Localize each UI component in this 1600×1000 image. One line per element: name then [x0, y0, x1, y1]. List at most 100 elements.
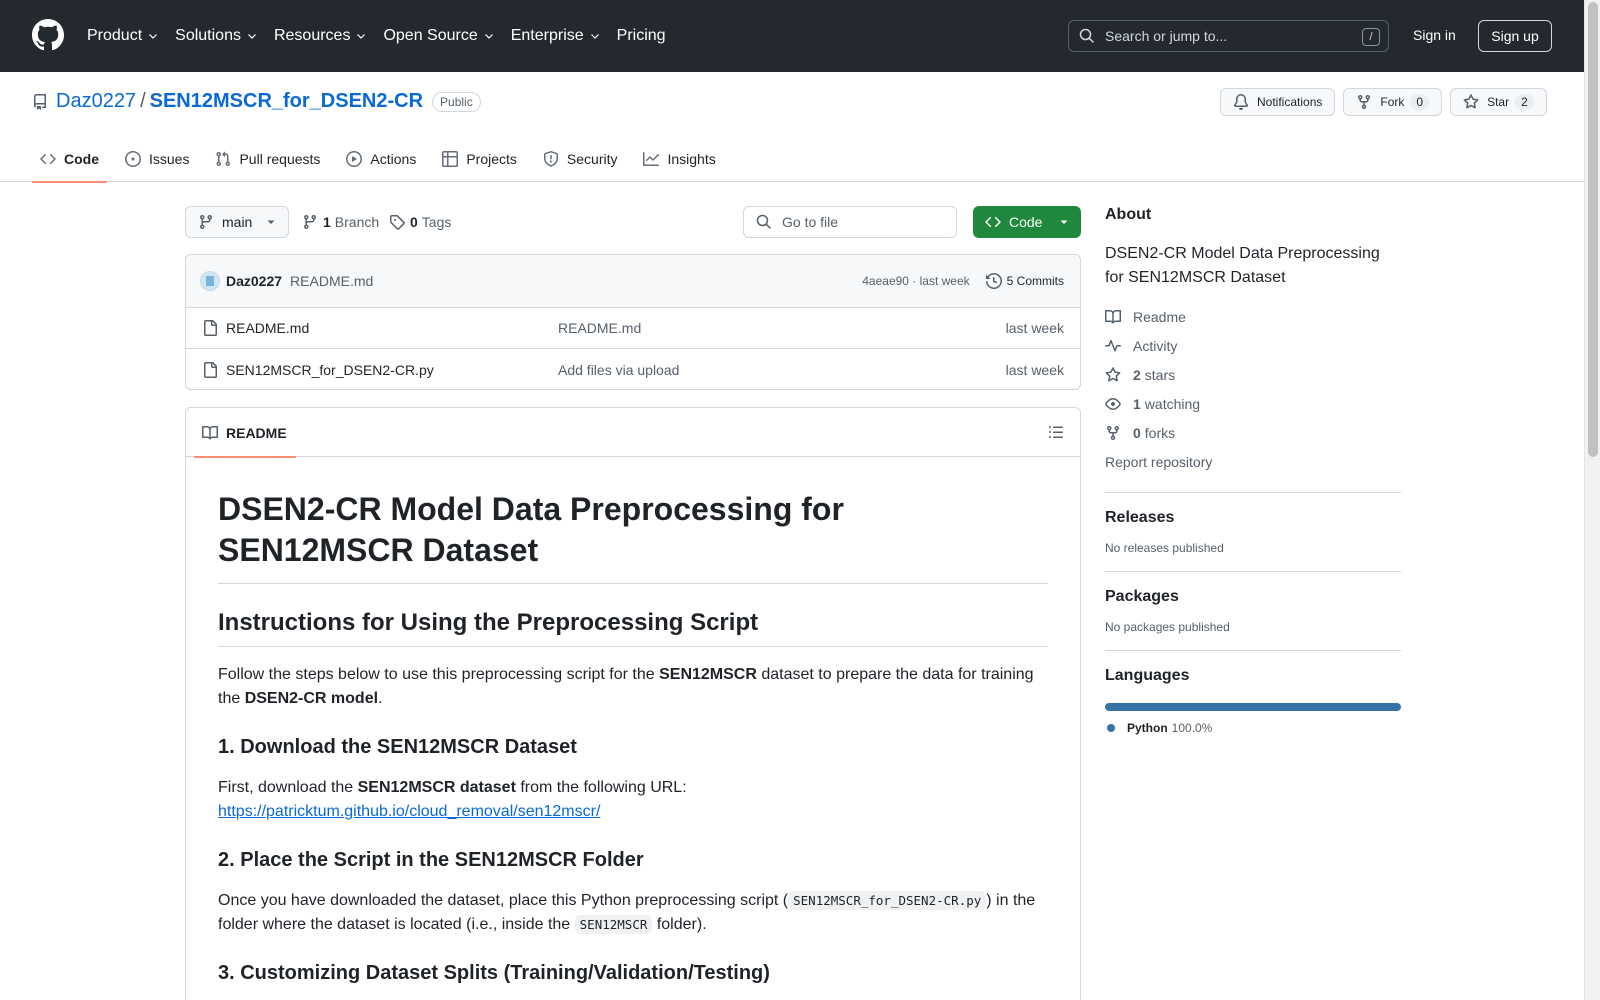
global-search-input[interactable]: Search or jump to... / [1068, 20, 1389, 52]
page-scrollbar[interactable] [1584, 0, 1600, 1000]
activity-link-label: Activity [1133, 337, 1178, 354]
nav-product[interactable]: Product [87, 27, 159, 45]
readme-step-1-heading: 1. Download the SEN12MSCR Dataset [218, 736, 577, 758]
table-row[interactable]: README.md README.md last week [186, 308, 1080, 349]
repo-title-separator: / [140, 90, 146, 112]
tags-link[interactable]: 0 Tags [389, 214, 451, 230]
branch-selector[interactable]: main [185, 206, 289, 238]
tab-projects[interactable]: Projects [434, 136, 525, 182]
tab-actions[interactable]: Actions [338, 136, 424, 182]
releases-empty-text: No releases published [1105, 541, 1224, 555]
nav-solutions[interactable]: Solutions [175, 27, 258, 45]
github-logo-icon[interactable] [32, 19, 64, 51]
star-button[interactable]: Star 2 [1450, 88, 1547, 116]
sign-up-button[interactable]: Sign up [1478, 20, 1552, 52]
tab-actions-label: Actions [370, 151, 417, 167]
text: Follow the steps below to use this prepr… [218, 666, 660, 683]
readme-link[interactable]: Readme [1105, 302, 1401, 331]
stars-count: 2 [1133, 366, 1141, 383]
nav-open-source[interactable]: Open Source [383, 27, 494, 45]
about-description: DSEN2-CR Model Data Preprocessing for SE… [1105, 245, 1380, 286]
go-to-file-input[interactable]: Go to file [743, 206, 957, 238]
commit-meta: 4aeae90 · last week 5 Commits [862, 273, 1064, 289]
watching-link[interactable]: 1 watching [1105, 389, 1401, 418]
nav-pricing[interactable]: Pricing [617, 27, 666, 45]
repo-owner-link[interactable]: Daz0227 [56, 90, 136, 113]
fork-button[interactable]: Fork 0 [1343, 88, 1443, 116]
nav-enterprise[interactable]: Enterprise [511, 27, 601, 45]
language-percent: 100.0% [1171, 721, 1213, 735]
star-icon [1105, 366, 1121, 381]
star-count: 2 [1515, 94, 1534, 110]
stars-label: stars [1144, 366, 1176, 383]
play-icon [346, 151, 363, 167]
sign-in-link[interactable]: Sign in [1413, 27, 1456, 43]
fork-icon [1107, 425, 1119, 440]
branches-link[interactable]: 1 Branch [302, 214, 379, 230]
file-commit-message[interactable]: Add files via upload [558, 362, 1006, 378]
scrollbar-thumb[interactable] [1588, 2, 1598, 457]
file-name-link[interactable]: SEN12MSCR_for_DSEN2-CR.py [226, 362, 558, 378]
languages-section: Languages Python 100.0% [1105, 651, 1401, 751]
code-button-label: Code [1009, 214, 1043, 230]
file-date: last week [1005, 320, 1064, 336]
tab-insights-label: Insights [667, 151, 716, 167]
commit-author-link[interactable]: Daz0227 [226, 273, 282, 289]
file-name-link[interactable]: README.md [226, 320, 558, 336]
notifications-button[interactable]: Notifications [1220, 88, 1336, 116]
about-section: About DSEN2-CR Model Data Preprocessing … [1105, 206, 1401, 492]
stars-link[interactable]: 2 stars [1105, 360, 1401, 389]
file-icon [204, 361, 217, 378]
packages-title[interactable]: Packages [1105, 588, 1179, 605]
readme-step-2-paragraph: Once you have downloaded the dataset, pl… [218, 889, 1048, 937]
readme-heading-instructions: Instructions for Using the Preprocessing… [218, 608, 1048, 647]
commit-message-link[interactable]: README.md [290, 273, 373, 289]
commit-hash-time[interactable]: 4aeae90 · last week [862, 274, 969, 288]
readme-title: DSEN2-CR Model Data Preprocessing for SE… [218, 489, 1048, 584]
code-icon [40, 153, 56, 165]
text: First, download the [218, 779, 358, 796]
commit-count: 5 Commits [1006, 274, 1064, 288]
repo-name-link[interactable]: SEN12MSCR_for_DSEN2-CR [150, 90, 423, 113]
bold-text: SEN12MSCR [659, 666, 757, 683]
nav-product-label: Product [87, 27, 143, 44]
repo-sidebar: About DSEN2-CR Model Data Preprocessing … [1105, 206, 1401, 751]
file-commit-message[interactable]: README.md [558, 320, 1006, 336]
commits-history-link[interactable]: 5 Commits [985, 273, 1064, 289]
tab-code[interactable]: Code [32, 136, 107, 183]
tab-pull-requests[interactable]: Pull requests [207, 136, 328, 182]
chevron-down-icon [149, 34, 158, 39]
report-repository-link[interactable]: Report repository [1105, 447, 1401, 476]
table-icon [442, 151, 459, 167]
forks-link[interactable]: 0 forks [1105, 418, 1401, 447]
caret-down-icon [1060, 220, 1068, 224]
book-icon [1105, 309, 1121, 323]
tab-insights[interactable]: Insights [635, 136, 723, 182]
readme-step-3-heading: 3. Customizing Dataset Splits (Training/… [218, 962, 770, 984]
tab-security[interactable]: Security [535, 136, 626, 182]
repo-tabs: Code Issues Pull requests Actions Projec… [32, 136, 734, 183]
language-item[interactable]: Python 100.0% [1105, 721, 1401, 735]
nav-open-source-label: Open Source [383, 27, 478, 44]
tab-issues[interactable]: Issues [117, 136, 197, 182]
text: . [378, 690, 383, 707]
languages-title: Languages [1105, 667, 1190, 684]
tab-readme[interactable]: README [194, 408, 296, 458]
chevron-down-icon [484, 34, 493, 39]
tag-icon [390, 215, 405, 230]
chevron-down-icon [248, 34, 256, 39]
releases-title[interactable]: Releases [1105, 509, 1174, 526]
visibility-badge: Public [432, 91, 481, 112]
repo-header: Daz0227 / SEN12MSCR_for_DSEN2-CR Public … [0, 72, 1584, 183]
shield-icon [543, 151, 558, 167]
readme-content: DSEN2-CR Model Data Preprocessing for SE… [186, 457, 1080, 986]
avatar[interactable] [200, 271, 220, 291]
dataset-url-link[interactable]: https://patricktum.github.io/cloud_remov… [218, 803, 600, 820]
nav-resources-label: Resources [273, 27, 351, 44]
watching-count: 1 [1133, 395, 1141, 412]
activity-link[interactable]: Activity [1105, 331, 1401, 360]
list-unordered-icon[interactable] [1048, 424, 1064, 440]
table-row[interactable]: SEN12MSCR_for_DSEN2-CR.py Add files via … [186, 349, 1080, 389]
nav-resources[interactable]: Resources [274, 27, 367, 45]
code-dropdown-button[interactable]: Code [973, 206, 1081, 238]
